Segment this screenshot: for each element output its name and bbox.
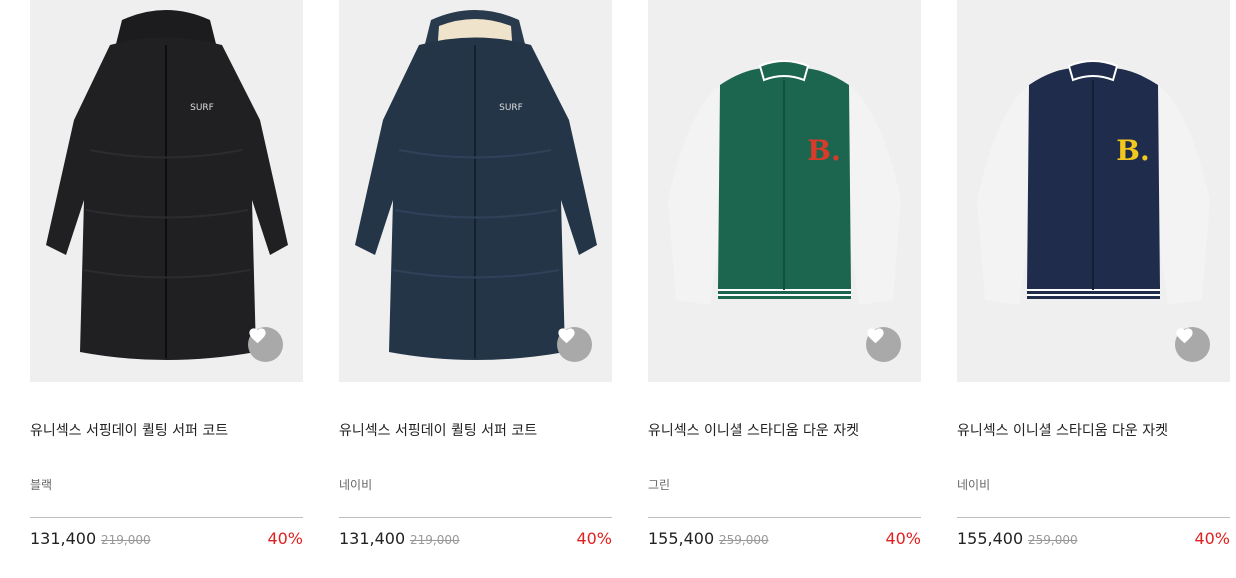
wishlist-button[interactable] [866,327,901,362]
discount-rate: 40% [1194,529,1230,548]
sale-price: 131,400 [339,529,406,548]
price-row: 155,400 259,000 40% [648,529,921,551]
heart-icon [867,328,884,344]
product-name[interactable]: 유니섹스 서핑데이 퀼팅 서퍼 코트 [339,422,612,440]
product-grid: SURF 유니섹스 서핑데이 퀼팅 서퍼 코트 블랙 131,400 219,0… [0,0,1236,578]
product-name[interactable]: 유니섹스 서핑데이 퀼팅 서퍼 코트 [30,422,303,440]
product-color: 네이비 [957,478,991,492]
product-color: 그린 [648,478,671,492]
heart-icon [1176,328,1193,344]
product-card[interactable]: SURF 유니섹스 서핑데이 퀼팅 서퍼 코트 블랙 131,400 219,0… [30,0,303,578]
product-name[interactable]: 유니섹스 이니셜 스타디움 다운 자켓 [957,422,1230,440]
product-color: 네이비 [339,478,373,492]
divider [339,517,612,518]
discount-rate: 40% [576,529,612,548]
sale-price: 131,400 [30,529,97,548]
coat-logo: SURF [190,103,214,113]
black-coat-illustration: SURF [46,10,288,360]
product-color: 블랙 [30,478,53,492]
product-image[interactable]: B. [957,0,1230,382]
product-image[interactable]: B. [648,0,921,382]
wishlist-button[interactable] [248,327,283,362]
navy-coat-illustration: SURF [355,10,597,360]
divider [30,517,303,518]
sale-price: 155,400 [648,529,715,548]
price-row: 131,400 219,000 40% [30,529,303,551]
wishlist-button[interactable] [1175,327,1210,362]
divider [957,517,1230,518]
heart-icon [558,328,575,344]
heart-icon [249,328,266,344]
navy-varsity-jacket-illustration: B. [977,60,1210,305]
original-price: 259,000 [1028,533,1078,547]
coat-logo: SURF [499,103,523,113]
product-card[interactable]: B. 유니섹스 이니셜 스타디움 다운 자켓 네이비 155,400 259,0… [957,0,1230,578]
product-name[interactable]: 유니섹스 이니셜 스타디움 다운 자켓 [648,422,921,440]
initial-patch: B. [807,134,840,167]
original-price: 219,000 [410,533,460,547]
original-price: 219,000 [101,533,151,547]
sale-price: 155,400 [957,529,1024,548]
green-varsity-jacket-illustration: B. [668,60,901,305]
original-price: 259,000 [719,533,769,547]
wishlist-button[interactable] [557,327,592,362]
product-card[interactable]: B. 유니섹스 이니셜 스타디움 다운 자켓 그린 155,400 259,00… [648,0,921,578]
product-image[interactable]: SURF [30,0,303,382]
price-row: 155,400 259,000 40% [957,529,1230,551]
discount-rate: 40% [885,529,921,548]
price-row: 131,400 219,000 40% [339,529,612,551]
divider [648,517,921,518]
initial-patch: B. [1116,134,1149,167]
product-image[interactable]: SURF [339,0,612,382]
discount-rate: 40% [267,529,303,548]
product-card[interactable]: SURF 유니섹스 서핑데이 퀼팅 서퍼 코트 네이비 131,400 219,… [339,0,612,578]
